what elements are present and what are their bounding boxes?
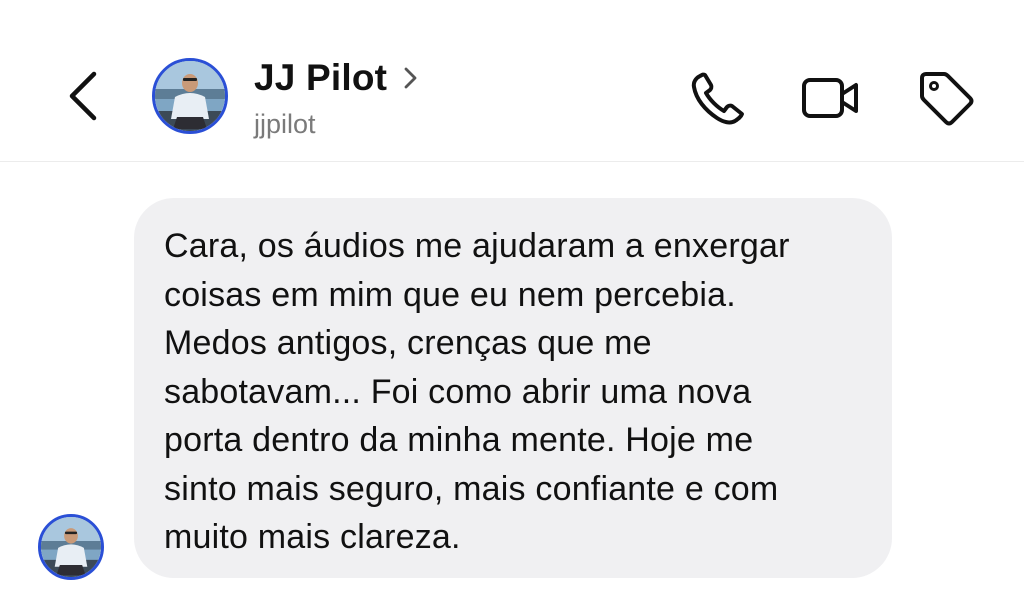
contact-username: jjpilot [254, 109, 316, 139]
profile-link[interactable] [402, 64, 420, 92]
message-text: Cara, os áudios me ajudaram a enxergar c… [164, 227, 790, 556]
chevron-right-icon [404, 67, 417, 89]
chat-screen: JJ Pilot jjpilot Cara, os áudios me ajud… [0, 0, 1024, 608]
tag-icon [920, 72, 974, 126]
back-button[interactable] [60, 66, 110, 126]
call-button[interactable] [686, 66, 750, 130]
message-bubble[interactable]: Cara, os áudios me ajudaram a enxergar c… [134, 198, 892, 578]
sender-avatar[interactable] [38, 514, 104, 580]
video-camera-icon [802, 78, 858, 118]
profile-photo [41, 517, 101, 577]
profile-photo [155, 61, 225, 131]
contact-name[interactable]: JJ Pilot [254, 54, 387, 102]
chevron-left-icon [69, 71, 97, 121]
avatar[interactable] [152, 58, 228, 134]
chat-header: JJ Pilot jjpilot [0, 0, 1024, 162]
tag-button[interactable] [914, 66, 978, 130]
video-call-button[interactable] [798, 66, 862, 130]
phone-icon [691, 72, 744, 125]
